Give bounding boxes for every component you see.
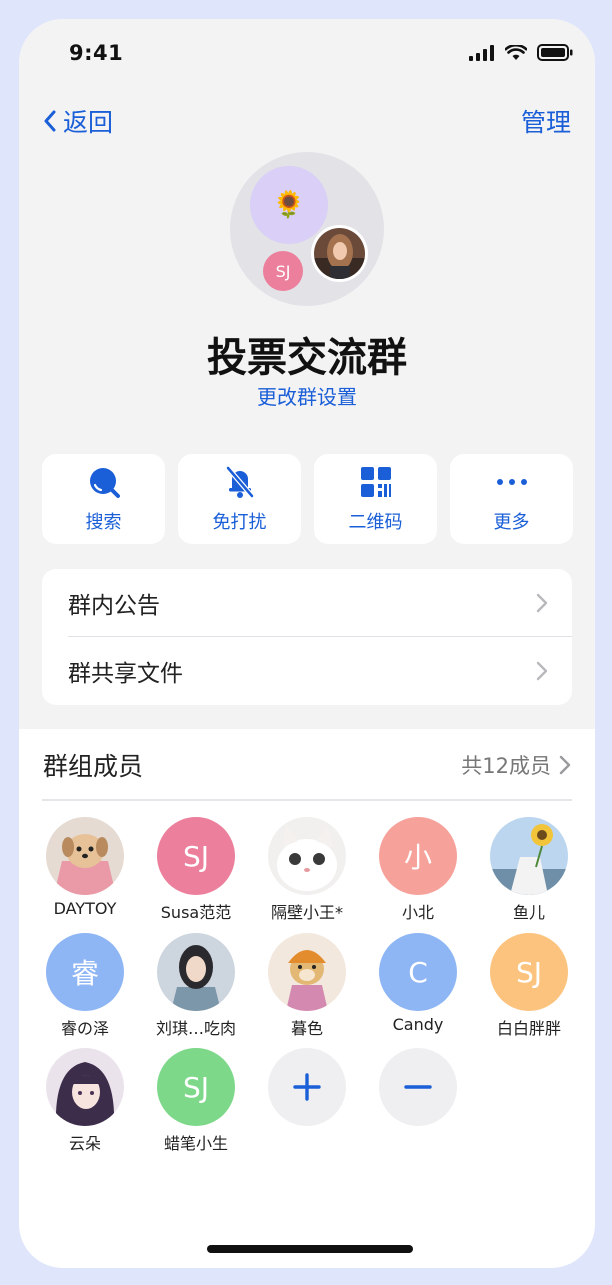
- manage-button[interactable]: 管理: [521, 103, 571, 139]
- remove-member-button[interactable]: [368, 1048, 468, 1126]
- list-item-announcement[interactable]: 群内公告: [42, 569, 572, 637]
- bell-mute-icon: [225, 466, 254, 498]
- qrcode-label: 二维码: [348, 512, 403, 533]
- member-name: 睿の泽: [60, 1019, 109, 1038]
- action-bar: 搜索 免打扰 二维码 更多: [42, 454, 573, 544]
- group-badge-initials: SJ: [263, 251, 303, 291]
- chevron-right-icon: [536, 661, 548, 681]
- members-header: 群组成员 共12成员: [43, 747, 571, 783]
- member-item[interactable]: DAYTOY: [35, 817, 135, 918]
- phone-screen: 9:41 返回 管理 🌻 SJ 投票交流群 更改群设置 搜索 免打扰 二维码 更…: [19, 19, 595, 1268]
- member-name: Candy: [392, 1015, 444, 1034]
- group-member-photo: [311, 225, 368, 282]
- group-info-list: 群内公告 群共享文件: [42, 569, 572, 705]
- member-item[interactable]: SJ Susa范范: [146, 817, 246, 923]
- member-avatar-initials: C: [379, 933, 457, 1011]
- back-button[interactable]: 返回: [43, 103, 113, 139]
- member-avatar-photo: [268, 933, 346, 1011]
- member-name: 暮色: [290, 1019, 323, 1038]
- member-item[interactable]: 睿睿の泽: [35, 933, 135, 1039]
- member-name: 蜡笔小生: [163, 1134, 228, 1153]
- member-avatar-initials: 小: [379, 817, 457, 895]
- member-name: 小北: [401, 903, 434, 922]
- qrcode-button[interactable]: 二维码: [314, 454, 437, 544]
- member-name: Susa范范: [160, 903, 232, 922]
- member-avatar-initials: SJ: [157, 817, 235, 895]
- header-area: 9:41 返回 管理 🌻 SJ 投票交流群 更改群设置 搜索 免打扰 二维码 更…: [19, 19, 595, 729]
- member-name: 鱼儿: [512, 903, 545, 922]
- status-icons: [469, 44, 573, 61]
- member-avatar-photo: [157, 933, 235, 1011]
- member-item[interactable]: 鱼儿: [479, 817, 579, 923]
- member-item[interactable]: 小小北: [368, 817, 468, 923]
- member-name: 隔壁小王*: [270, 903, 343, 922]
- announcement-label: 群内公告: [68, 593, 160, 619]
- member-avatar-initials: SJ: [157, 1048, 235, 1126]
- home-indicator: [207, 1245, 413, 1253]
- members-count: 共12成员: [461, 754, 551, 778]
- add-member-button[interactable]: [257, 1048, 357, 1126]
- wifi-icon: [505, 44, 527, 60]
- member-avatar-photo: [46, 1048, 124, 1126]
- battery-icon: [537, 44, 573, 61]
- more-label: 更多: [493, 512, 530, 533]
- minus-icon: [379, 1048, 457, 1126]
- members-divider: [42, 799, 572, 801]
- group-avatar[interactable]: 🌻 SJ: [230, 152, 384, 306]
- search-label: 搜索: [85, 512, 122, 533]
- chevron-right-icon: [536, 593, 548, 613]
- group-name: 投票交流群: [207, 335, 407, 381]
- member-item[interactable]: 隔壁小王*: [257, 817, 357, 923]
- member-item[interactable]: 刘琪…吃肉: [146, 933, 246, 1039]
- mute-button[interactable]: 免打扰: [178, 454, 301, 544]
- back-label: 返回: [63, 108, 114, 137]
- plus-icon: [268, 1048, 346, 1126]
- sunflower-icon: 🌻: [250, 166, 328, 244]
- more-button[interactable]: 更多: [450, 454, 573, 544]
- search-button[interactable]: 搜索: [42, 454, 165, 544]
- members-count-link[interactable]: 共12成员: [461, 750, 571, 780]
- member-name: 白白胖胖: [496, 1019, 561, 1038]
- qrcode-icon: [360, 467, 391, 497]
- member-avatar-photo: [46, 817, 124, 895]
- member-name: DAYTOY: [53, 899, 117, 918]
- search-icon: [89, 468, 120, 498]
- member-item[interactable]: 暮色: [257, 933, 357, 1039]
- member-item[interactable]: C Candy: [368, 933, 468, 1034]
- chevron-right-icon: [559, 755, 571, 775]
- change-group-settings-link[interactable]: 更改群设置: [19, 381, 595, 410]
- more-icon: [496, 479, 527, 485]
- member-item[interactable]: SJ 蜡笔小生: [146, 1048, 246, 1154]
- member-avatar-initials: SJ: [490, 933, 568, 1011]
- member-name: 云朵: [68, 1134, 101, 1153]
- list-item-shared-files[interactable]: 群共享文件: [42, 637, 572, 705]
- member-item[interactable]: 云朵: [35, 1048, 135, 1154]
- member-avatar-photo: [490, 817, 568, 895]
- shared-files-label: 群共享文件: [68, 661, 183, 687]
- status-time: 9:41: [69, 41, 124, 65]
- member-avatar-initials: 睿: [46, 933, 124, 1011]
- member-avatar-photo: [268, 817, 346, 895]
- member-item[interactable]: SJ 白白胖胖: [479, 933, 579, 1039]
- members-title: 群组成员: [43, 752, 144, 781]
- member-name: 刘琪…吃肉: [155, 1019, 236, 1038]
- chevron-left-icon: [44, 110, 56, 132]
- signal-icon: [469, 44, 494, 61]
- mute-label: 免打扰: [212, 512, 267, 533]
